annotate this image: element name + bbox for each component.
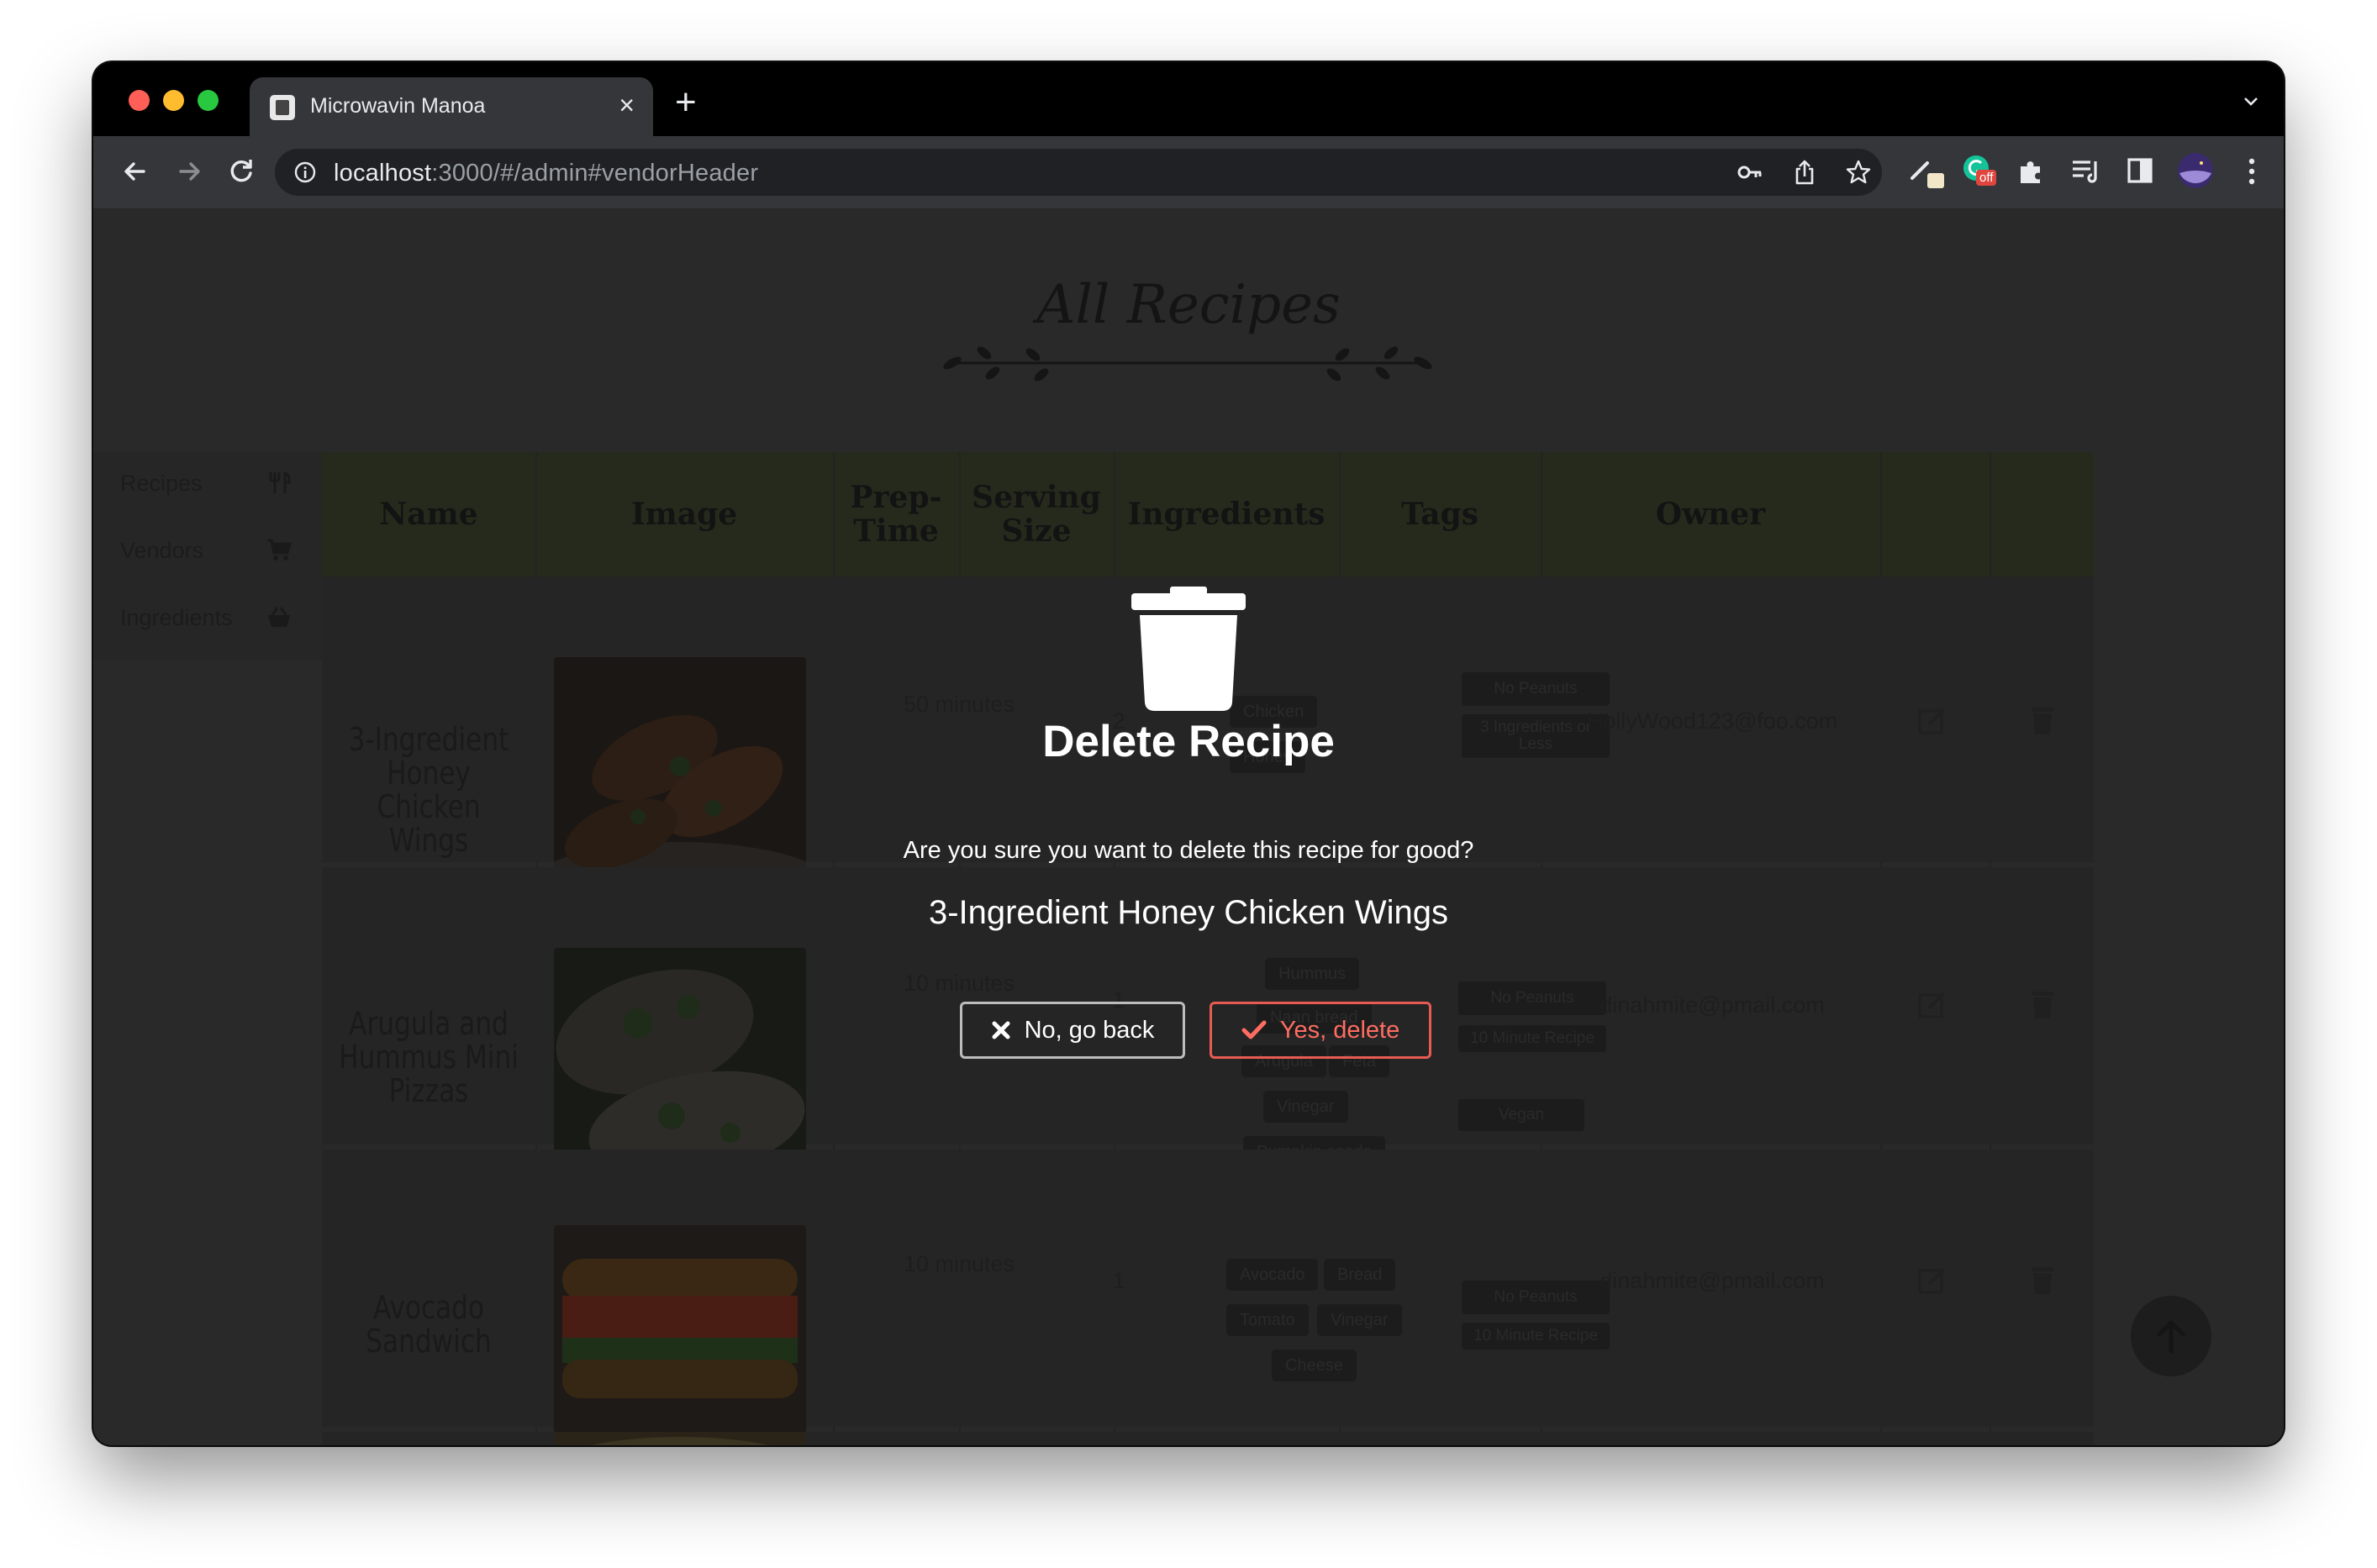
edit-icon[interactable]	[1917, 988, 1949, 1020]
reload-icon[interactable]	[221, 151, 261, 192]
trash-can-icon	[1131, 587, 1246, 711]
puzzle-extensions-icon[interactable]	[2016, 156, 2047, 187]
page-content: All Recipes Recipes Vendors Ingredients …	[93, 208, 2284, 1445]
ingredient-chip: Vinegar	[1263, 1091, 1348, 1123]
modal-title: Delete Recipe	[1042, 717, 1335, 766]
address-bar[interactable]: localhost:3000/#/admin#vendorHeader	[275, 149, 1882, 196]
edit-icon[interactable]	[1917, 1264, 1949, 1296]
column-header-owner: Owner	[1655, 497, 1766, 532]
arrow-up-icon	[2157, 1320, 2185, 1354]
url-host: localhost	[334, 160, 432, 187]
trash-icon[interactable]	[2027, 988, 2058, 1020]
laurel-divider-icon	[943, 346, 1432, 381]
tag-badge: Vegan	[1458, 1099, 1584, 1131]
maximize-window-button[interactable]	[198, 90, 219, 111]
serving-size: 1	[1112, 1268, 1125, 1293]
side-panel-icon[interactable]	[2126, 156, 2154, 185]
share-icon[interactable]	[1793, 159, 1816, 186]
cart-icon	[267, 539, 292, 560]
recipe-image	[554, 1225, 806, 1435]
sidebar-item-ingredients[interactable]: Ingredients	[120, 605, 233, 631]
reading-list-icon[interactable]	[2070, 156, 2102, 187]
prep-time: 10 minutes	[903, 971, 1015, 996]
pen-extension-icon[interactable]	[1909, 153, 1947, 192]
check-icon	[1241, 1020, 1267, 1039]
tab-strip: Microwavin Manoa × +	[93, 62, 2284, 136]
modal-recipe-name: 3-Ingredient Honey Chicken Wings	[928, 894, 1449, 931]
browser-window: Microwavin Manoa × + localhost:3000/#/ad…	[93, 62, 2284, 1445]
browser-toolbar: localhost:3000/#/admin#vendorHeader off	[93, 136, 2284, 208]
yes-delete-label: Yes, delete	[1279, 1016, 1400, 1044]
page-title: All Recipes	[1036, 274, 1341, 336]
ingredient-chip: Bread	[1324, 1259, 1396, 1291]
x-icon	[992, 1021, 1010, 1039]
basket-icon	[268, 607, 290, 627]
owner-email: dinahmite@pmail.com	[1600, 1268, 1825, 1293]
minimize-window-button[interactable]	[163, 90, 184, 111]
column-header-prep-time: Prep-Time	[850, 480, 942, 549]
yes-delete-button[interactable]: Yes, delete	[1210, 1002, 1431, 1059]
site-info-icon[interactable]	[293, 160, 317, 184]
admin-sidebar: Recipes Vendors Ingredients	[93, 452, 322, 660]
recipe-image	[554, 1432, 806, 1445]
no-go-back-label: No, go back	[1024, 1016, 1155, 1044]
forward-arrow-icon[interactable]	[169, 151, 209, 192]
tag-badge: No Peanuts	[1462, 672, 1610, 706]
column-header-ingredients: Ingredients	[1127, 497, 1326, 532]
sidebar-item-recipes[interactable]: Recipes	[120, 471, 203, 497]
browser-tab[interactable]: Microwavin Manoa ×	[250, 77, 653, 136]
key-icon[interactable]	[1737, 160, 1763, 184]
tab-search-chevron-icon[interactable]	[2243, 94, 2258, 109]
favicon-icon	[270, 95, 295, 120]
no-go-back-button[interactable]: No, go back	[960, 1002, 1185, 1059]
recipe-name: Arugula and Hummus Mini Pizzas	[339, 1005, 519, 1109]
url-text: localhost:3000/#/admin#vendorHeader	[334, 160, 758, 187]
ingredient-chip: Avocado	[1226, 1259, 1319, 1291]
column-header-image: Image	[630, 497, 738, 532]
column-header-tags: Tags	[1400, 497, 1479, 532]
prep-time: 10 minutes	[903, 1251, 1015, 1276]
owner-email: dinahmite@pmail.com	[1600, 992, 1825, 1018]
bookmark-star-icon[interactable]	[1845, 159, 1872, 186]
trash-icon[interactable]	[2027, 1264, 2058, 1296]
utensils-icon	[269, 471, 291, 493]
recipe-name: Avocado Sandwich	[366, 1289, 492, 1360]
extension-off-badge: off	[1976, 170, 1997, 186]
profile-avatar[interactable]	[2176, 151, 2215, 190]
column-header-serving-size: Serving Size	[972, 480, 1101, 549]
kebab-menu-icon[interactable]	[2245, 155, 2258, 188]
ingredient-chip: Cheese	[1272, 1350, 1357, 1381]
column-header-name: Name	[379, 497, 478, 532]
modal-question: Are you sure you want to delete this rec…	[903, 837, 1474, 864]
url-path: :3000/#/admin#vendorHeader	[431, 160, 759, 187]
scroll-to-top-button[interactable]	[2131, 1296, 2211, 1376]
sidebar-item-vendors[interactable]: Vendors	[120, 538, 203, 564]
tab-close-icon[interactable]: ×	[619, 89, 635, 121]
tag-badge: 10 Minute Recipe	[1462, 1323, 1610, 1350]
ingredient-chip: Hummus	[1265, 958, 1360, 990]
ingredient-chip: Tomato	[1226, 1304, 1309, 1336]
tab-title: Microwavin Manoa	[310, 94, 486, 118]
ingredient-chip: Vinegar	[1317, 1304, 1402, 1336]
tag-badge: 10 Minute Recipe	[1458, 1025, 1606, 1052]
new-tab-button[interactable]: +	[675, 84, 697, 121]
back-arrow-icon[interactable]	[115, 151, 155, 192]
recipes-table-header: Name Image Prep-Time Serving Size Ingred…	[322, 452, 2094, 576]
close-window-button[interactable]	[129, 90, 150, 111]
